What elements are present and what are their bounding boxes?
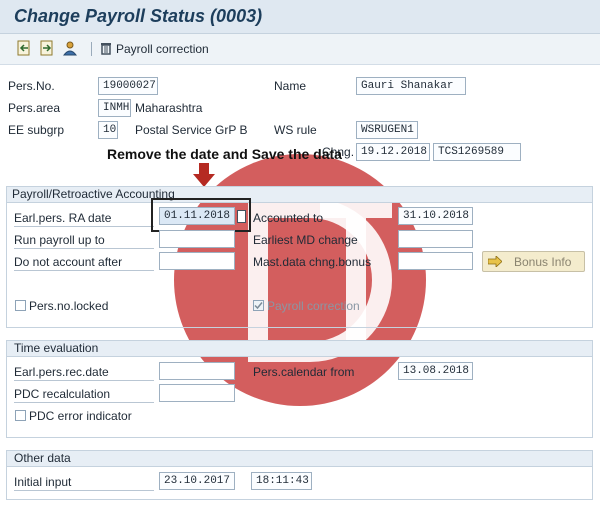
- check-icon: [254, 302, 263, 310]
- earl-rec-underline: [14, 380, 154, 381]
- pers-area-text: Maharashtra: [135, 101, 203, 115]
- time-evaluation-group-title: Time evaluation: [14, 341, 99, 355]
- run-payroll-label: Run payroll up to: [14, 233, 105, 247]
- pers-no-locked-checkbox[interactable]: [15, 300, 26, 311]
- mast-data-label: Mast.data chng.bonus: [253, 255, 372, 269]
- pers-calendar-field: 13.08.2018: [398, 362, 473, 380]
- document-forward-icon[interactable]: [39, 40, 55, 56]
- pers-calendar-label: Pers.calendar from: [253, 365, 355, 379]
- chng-date-field: 19.12.2018: [356, 143, 430, 161]
- earl-ra-underline: [14, 226, 154, 227]
- pers-no-locked-label: Pers.no.locked: [29, 299, 109, 313]
- application-toolbar: [0, 34, 600, 65]
- pdc-recalculation-label: PDC recalculation: [14, 387, 111, 401]
- pers-area-field: INMH: [98, 99, 131, 117]
- toolbar-separator: [91, 42, 92, 56]
- arrow-right-icon: [488, 256, 502, 267]
- ws-rule-label: WS rule: [274, 123, 317, 137]
- pers-no-field: 19000027: [98, 77, 158, 95]
- other-data-group-header: [7, 451, 592, 467]
- earliest-md-label: Earliest MD change: [253, 233, 358, 247]
- earl-rec-date-label: Earl.pers.rec.date: [14, 365, 109, 379]
- document-back-icon[interactable]: [16, 40, 32, 56]
- calendar-help-icon[interactable]: [237, 210, 246, 223]
- name-field: Gauri Shanakar: [356, 77, 466, 95]
- do-not-account-input[interactable]: [159, 252, 235, 270]
- run-payroll-input[interactable]: [159, 230, 235, 248]
- arrow-down-icon: [193, 163, 215, 187]
- pdc-recalculation-input[interactable]: [159, 384, 235, 402]
- chng-user-field: TCS1269589: [433, 143, 521, 161]
- do-not-account-underline: [14, 270, 154, 271]
- accounted-to-field: 31.10.2018: [398, 207, 473, 225]
- ee-subgrp-text: Postal Service GrP B: [135, 123, 248, 137]
- mast-data-input[interactable]: [398, 252, 473, 270]
- do-not-account-label: Do not account after: [14, 255, 123, 269]
- payroll-correction-label: Payroll correction: [267, 299, 360, 313]
- earliest-md-input[interactable]: [398, 230, 473, 248]
- accounted-to-label: Accounted to: [253, 211, 324, 225]
- pers-no-label: Pers.No.: [8, 79, 55, 93]
- ee-subgrp-label: EE subgrp: [8, 123, 65, 137]
- name-label: Name: [274, 79, 307, 93]
- earl-ra-label: Earl.pers. RA date: [14, 211, 112, 225]
- other-data-group-title: Other data: [14, 451, 71, 465]
- payroll-correction-button[interactable]: Payroll correction: [116, 42, 209, 56]
- earl-rec-date-input[interactable]: [159, 362, 235, 380]
- pers-area-label: Pers.area: [8, 101, 61, 115]
- trash-icon[interactable]: [100, 41, 112, 55]
- bonus-info-label: Bonus Info: [514, 255, 572, 269]
- pdc-recalc-underline: [14, 402, 154, 403]
- instruction-annotation: Remove the date and Save the data: [107, 146, 342, 162]
- initial-input-time-field: 18:11:43: [251, 472, 312, 490]
- initial-input-date-field: 23.10.2017: [159, 472, 235, 490]
- person-icon[interactable]: [62, 40, 78, 56]
- initial-input-underline: [14, 490, 154, 491]
- ws-rule-field: WSRUGEN1: [356, 121, 418, 139]
- run-payroll-underline: [14, 248, 154, 249]
- earl-ra-date-input[interactable]: 01.11.2018: [159, 207, 235, 225]
- page-title: Change Payroll Status (0003): [14, 6, 263, 26]
- ee-subgrp-field: 10: [98, 121, 118, 139]
- pdc-error-checkbox[interactable]: [15, 410, 26, 421]
- payroll-correction-checkbox[interactable]: [253, 300, 264, 311]
- initial-input-label: Initial input: [14, 475, 72, 489]
- pdc-error-label: PDC error indicator: [29, 409, 132, 423]
